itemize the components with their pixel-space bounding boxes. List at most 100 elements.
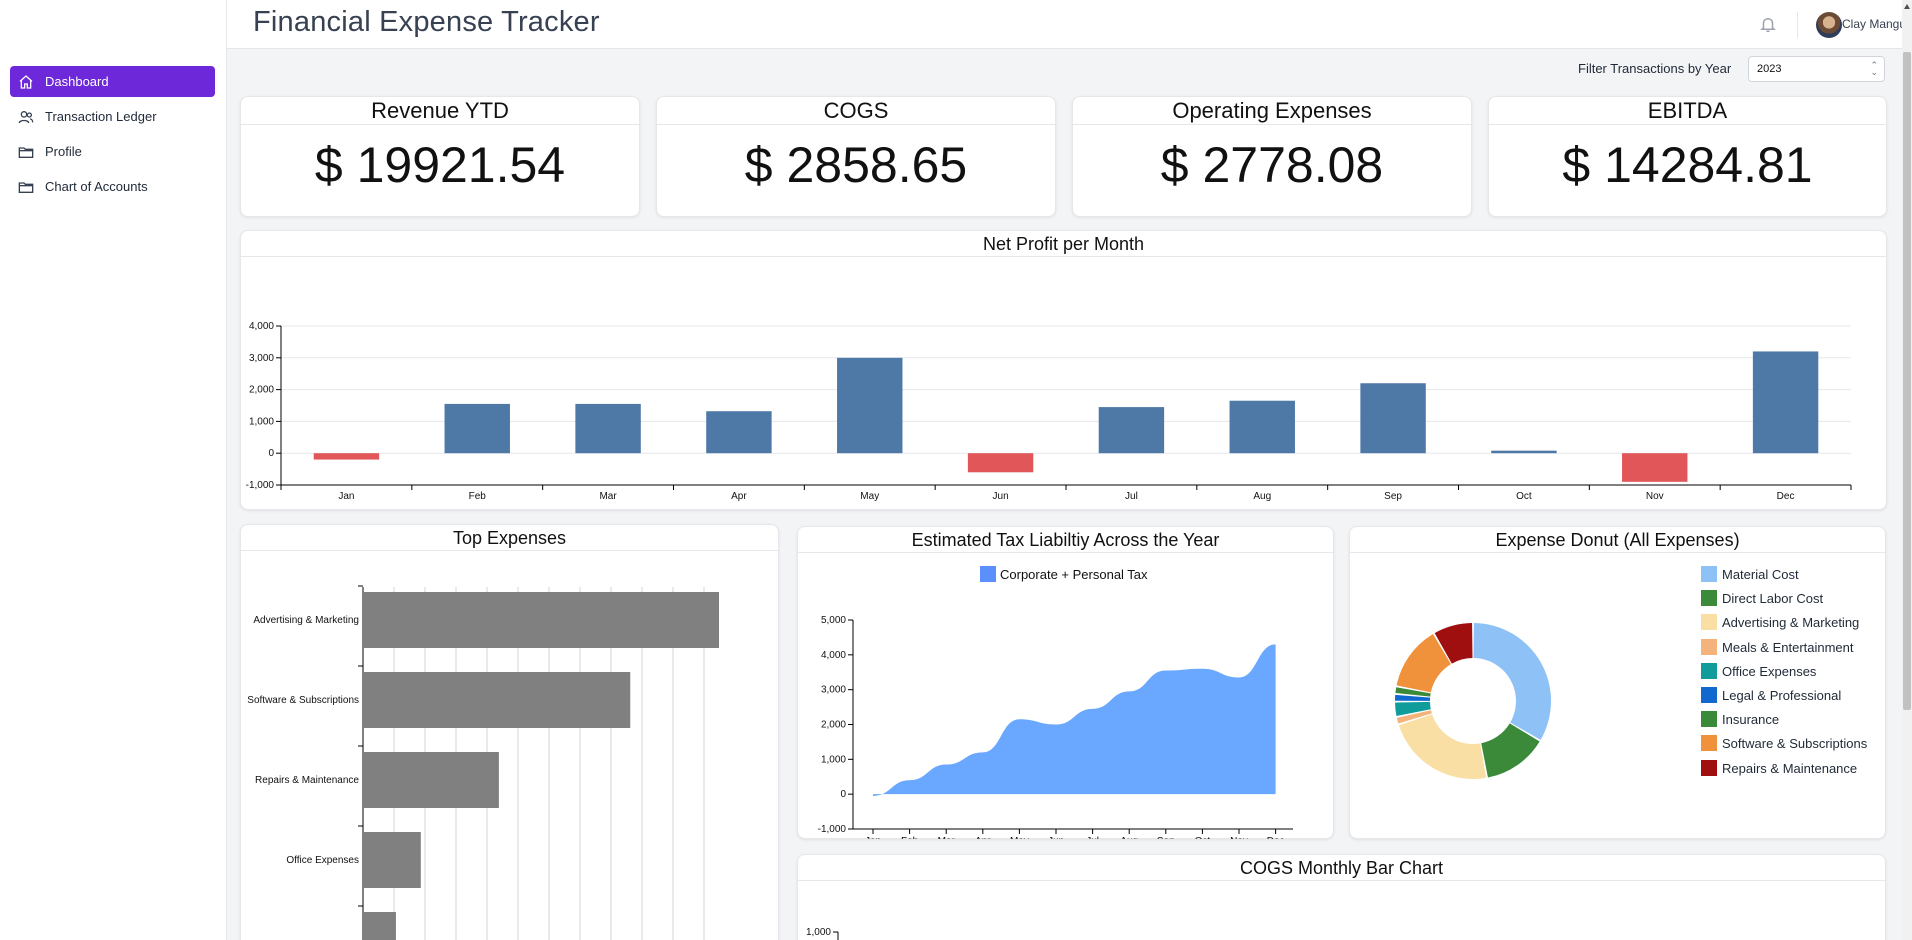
legend-label: Repairs & Maintenance: [1722, 760, 1858, 776]
legend-label: Office Expenses: [1722, 663, 1817, 679]
top-expenses-panel: Top Expenses Advertising & Marketing Soft…: [240, 524, 779, 940]
bar: [1229, 400, 1295, 454]
x-tick-label: Dec: [1267, 836, 1285, 839]
folder-icon: [18, 147, 34, 158]
scrollbar-thumb[interactable]: [1903, 52, 1911, 710]
y-tick-label: -1,000: [246, 480, 275, 491]
x-tick-label: Oct: [1516, 491, 1532, 502]
area-series: [873, 644, 1276, 796]
expense-donut-panel: Expense Donut (All Expenses): [1349, 526, 1886, 839]
year-select-value: 2023: [1757, 63, 1782, 75]
bell-icon[interactable]: [1759, 14, 1777, 34]
x-tick-label: Feb: [469, 491, 487, 502]
header-divider: [1797, 12, 1798, 38]
expense-donut-chart: [1395, 623, 1551, 779]
bar: [575, 403, 641, 454]
x-tick-label: Jan: [338, 491, 354, 502]
legend-item: Repairs & Maintenance: [1701, 759, 1858, 778]
legend-item: Meals & Entertainment: [1701, 638, 1854, 657]
net-profit-chart: -1,000 0 1,000 2,000 3,000 4,000 Jan Feb Mar Apr M…: [246, 321, 1852, 502]
sidebar-item-label: Chart of Accounts: [45, 179, 148, 194]
cogs-monthly-panel: COGS Monthly Bar Chart 1,000: [797, 854, 1886, 940]
y-tick-label: 0: [268, 448, 274, 459]
legend-label: Meals & Entertainment: [1722, 639, 1854, 655]
bar: [706, 411, 772, 454]
sidebar: Dashboard Transaction Ledger Profile Cha…: [0, 0, 227, 940]
x-tick-label: Mar: [938, 836, 956, 839]
kpi-title: Operating Expenses: [1073, 97, 1471, 125]
bar: [1360, 383, 1426, 454]
x-tick-label: Jul: [1086, 836, 1099, 839]
legend-label: Corporate + Personal Tax: [1000, 567, 1148, 582]
legend-swatch: [1701, 759, 1717, 776]
x-tick-label: Apr: [975, 836, 991, 839]
sidebar-item-label: Dashboard: [45, 74, 109, 89]
cogs-monthly-chart: 1,000: [806, 927, 839, 940]
sidebar-item-transaction-ledger[interactable]: Transaction Ledger: [10, 101, 215, 132]
x-tick-label: Sep: [1157, 836, 1175, 839]
home-icon: [19, 75, 33, 89]
chart-title: Top Expenses: [241, 525, 778, 551]
bar: [837, 357, 903, 454]
legend-swatch: [1701, 687, 1717, 703]
bar: [313, 453, 380, 460]
legend-item: Software & Subscriptions: [1701, 735, 1867, 753]
x-tick-label: Aug: [1120, 836, 1138, 839]
bar: [364, 672, 631, 728]
kpi-card-ebitda: EBITDA $ 14284.81: [1488, 96, 1887, 217]
y-tick-label: 0: [840, 789, 846, 800]
legend-swatch: [1701, 662, 1717, 679]
legend-item: Advertising & Marketing: [1701, 614, 1859, 632]
y-tick-label: 4,000: [249, 321, 274, 332]
legend-label: Insurance: [1722, 712, 1780, 728]
legend-label: Software & Subscriptions: [1722, 736, 1868, 752]
tax-liability-panel: Estimated Tax Liabiltiy Across the Year …: [797, 526, 1334, 839]
top-expenses-chart: Advertising & Marketing Software & Subscr…: [247, 585, 719, 940]
legend-swatch: [1701, 638, 1717, 655]
sidebar-item-chart-of-accounts[interactable]: Chart of Accounts: [10, 171, 215, 202]
x-tick-label: Apr: [731, 491, 747, 502]
avatar[interactable]: [1816, 12, 1842, 38]
y-tick-label: 1,000: [821, 754, 846, 765]
legend-swatch: [1701, 614, 1717, 631]
scrollbar[interactable]: [1902, 0, 1912, 940]
x-tick-label: Jun: [993, 491, 1009, 502]
sidebar-item-profile[interactable]: Profile: [10, 136, 215, 167]
year-select[interactable]: 2023 ⌃ ⌄: [1748, 56, 1885, 82]
bar: [967, 453, 1034, 473]
y-tick-label: 4,000: [821, 650, 846, 661]
chevron-updown-icon: ⌃ ⌄: [1870, 60, 1878, 77]
chart-title: Expense Donut (All Expenses): [1350, 527, 1885, 553]
legend-label: Legal & Professional: [1722, 688, 1842, 703]
legend-swatch: [1701, 711, 1717, 728]
donut-slice: [1398, 714, 1487, 779]
chart-title: Net Profit per Month: [241, 231, 1886, 257]
user-name[interactable]: Clay Mangum: [1842, 17, 1912, 31]
x-tick-label: Sep: [1384, 491, 1402, 502]
users-icon: [18, 111, 34, 124]
scroll-up-icon[interactable]: [1904, 4, 1910, 9]
y-tick-label: Software & Subscriptions: [247, 695, 359, 706]
legend-swatch: [1701, 735, 1717, 752]
x-tick-label: Mar: [599, 491, 617, 502]
bar: [1752, 351, 1819, 454]
kpi-card-cogs: COGS $ 2858.65: [656, 96, 1056, 217]
sidebar-item-dashboard[interactable]: Dashboard: [10, 66, 215, 97]
kpi-card-operating-expenses: Operating Expenses $ 2778.08: [1072, 96, 1472, 217]
kpi-value: $ 2778.08: [1160, 137, 1384, 193]
legend-item: Office Expenses: [1701, 662, 1817, 681]
bar: [1098, 407, 1165, 454]
x-tick-label: Aug: [1253, 491, 1271, 502]
x-tick-label: Feb: [901, 836, 919, 839]
chart-title: Estimated Tax Liabiltiy Across the Year: [798, 527, 1333, 553]
x-tick-label: Nov: [1646, 491, 1664, 502]
sidebar-item-label: Profile: [45, 144, 82, 159]
kpi-value: $ 2858.65: [744, 137, 968, 193]
y-tick-label: 5,000: [821, 615, 846, 626]
bar: [364, 592, 719, 648]
legend-label: Advertising & Marketing: [1722, 615, 1860, 631]
bar: [444, 403, 510, 454]
legend-label: Direct Labor Cost: [1722, 591, 1824, 607]
x-tick-label: Nov: [1230, 836, 1248, 839]
y-tick-label: Advertising & Marketing: [253, 615, 359, 626]
